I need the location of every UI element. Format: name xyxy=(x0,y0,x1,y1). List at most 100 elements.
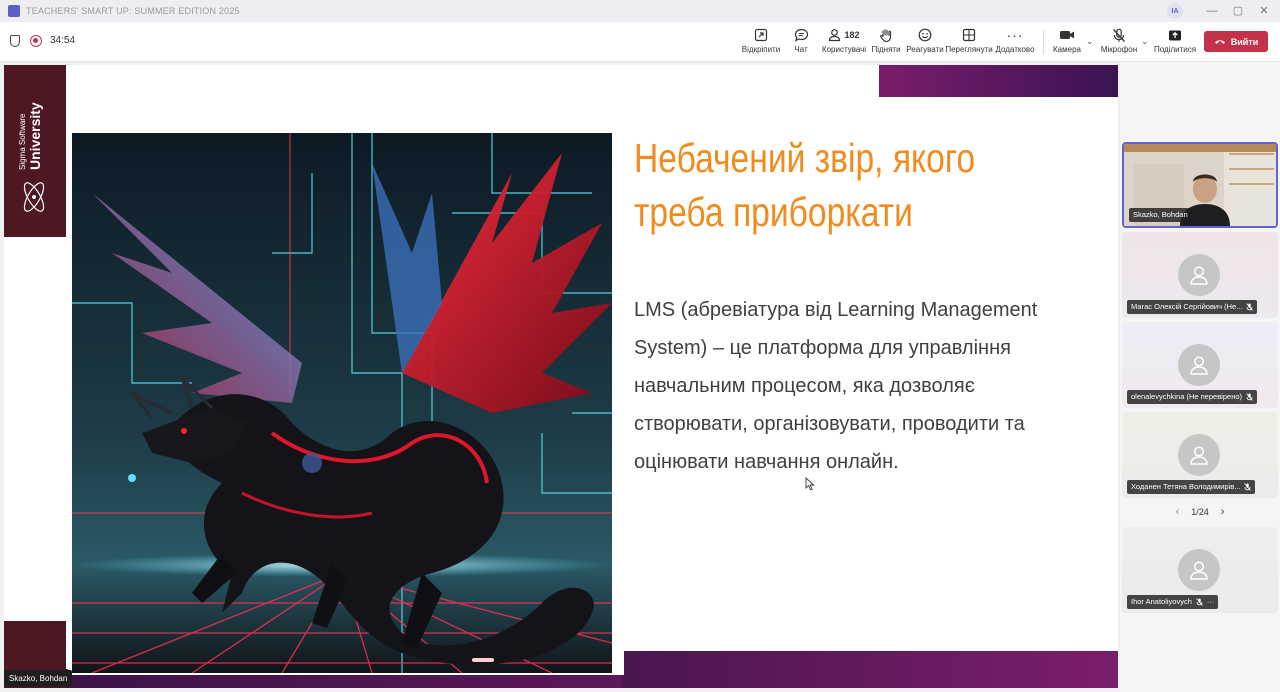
share-button[interactable]: Поділитися xyxy=(1153,26,1197,58)
mouse-pointer-icon xyxy=(805,477,815,491)
participant-name-tag: Ходанен Тетяна Володимирів... xyxy=(1127,480,1256,494)
react-icon xyxy=(918,26,932,44)
camera-options-chevron-icon[interactable]: ⌄ xyxy=(1086,36,1094,47)
slide-body-line: System) – це платформа для управління xyxy=(634,337,1011,359)
person-icon xyxy=(1190,356,1208,375)
participant-tile[interactable]: Магас Олексій Сергійович (Не... xyxy=(1122,232,1278,318)
participant-name-tag: Skazko, Bohdan xyxy=(1129,208,1192,222)
decorative-band-top xyxy=(879,65,1118,97)
mic-off-icon xyxy=(1112,26,1126,44)
next-page-chevron-icon[interactable]: › xyxy=(1221,506,1225,518)
minimize-button[interactable]: — xyxy=(1204,3,1220,19)
shield-icon[interactable] xyxy=(10,35,20,47)
window-title: TEACHERS' SMART UP: SUMMER EDITION 2025 xyxy=(26,6,240,16)
camera-label: Камера xyxy=(1053,45,1081,54)
avatar xyxy=(1178,344,1220,386)
brand-main-text: University xyxy=(27,102,43,170)
people-label: Користувачі xyxy=(821,45,867,54)
participants-panel: Skazko, Bohdan Магас Олексій Сергійович … xyxy=(1120,62,1280,692)
raise-hand-button[interactable]: Підняти xyxy=(871,26,901,58)
microphone-label: Мікрофон xyxy=(1100,45,1138,54)
more-button[interactable]: ··· Додатково xyxy=(995,26,1035,58)
avatar xyxy=(1178,549,1220,591)
person-icon xyxy=(1190,266,1208,285)
previous-page-chevron-icon[interactable]: ‹ xyxy=(1176,506,1180,518)
slide-heading-line-1: Небачений звір, якого xyxy=(634,135,976,181)
more-label: Додатково xyxy=(995,45,1035,54)
participant-video-tile[interactable]: Skazko, Bohdan xyxy=(1122,142,1278,228)
slide-body-line: оцінювати навчання онлайн. xyxy=(634,451,899,473)
view-icon xyxy=(962,26,976,44)
title-bar: TEACHERS' SMART UP: SUMMER EDITION 2025 … xyxy=(0,0,1280,22)
people-icon: 182 xyxy=(828,26,860,44)
slide-heading-line-2: треба приборкати xyxy=(634,189,913,235)
chat-label: Чат xyxy=(794,45,808,54)
participant-pager: ‹ 1/24 › xyxy=(1120,503,1280,521)
meeting-timer: 34:54 xyxy=(50,35,76,46)
unpin-button[interactable]: Відкріпити xyxy=(742,26,780,58)
participant-more-button[interactable]: ··· xyxy=(1207,595,1215,609)
mic-options-chevron-icon[interactable]: ⌄ xyxy=(1141,36,1149,47)
participant-name-tag: olenalevychkina (Не перевірено) xyxy=(1127,390,1257,404)
participant-name: Skazko, Bohdan xyxy=(1133,210,1188,219)
chat-icon xyxy=(794,26,809,44)
shared-content-stage: Sigma Software University Небачений звір… xyxy=(0,62,1120,692)
more-icon: ··· xyxy=(1006,27,1024,43)
camera-icon xyxy=(1059,26,1075,44)
maximize-button[interactable]: ▢ xyxy=(1230,3,1246,19)
presentation-slide: Sigma Software University Небачений звір… xyxy=(4,65,1118,688)
person-icon xyxy=(1190,561,1208,580)
microphone-button[interactable]: Мікрофон xyxy=(1101,26,1137,58)
raise-hand-icon xyxy=(879,26,893,44)
participant-name: olenalevychkina (Не перевірено) xyxy=(1131,392,1242,401)
participant-name-tag: Магас Олексій Сергійович (Не... xyxy=(1127,300,1258,314)
leave-label: Вийти xyxy=(1230,36,1259,47)
slide-heading: Небачений звір, якого треба приборкати xyxy=(634,131,1011,239)
view-button[interactable]: Переглянути xyxy=(945,26,993,58)
brand-logo: Sigma Software University xyxy=(8,95,63,175)
slide-body-line: навчальним процесом, яка дозволяє xyxy=(634,375,975,397)
participant-name: Ihor Anatoliyovych xyxy=(1131,597,1192,606)
participant-name: Ходанен Тетяна Володимирів... xyxy=(1131,482,1241,491)
chat-button[interactable]: Чат xyxy=(789,26,813,58)
unpin-icon xyxy=(754,26,768,44)
slide-body-line: створювати, організовувати, проводити та xyxy=(634,413,1025,435)
react-button[interactable]: Реагувати xyxy=(906,26,944,58)
slide-body-text: LMS (абревіатура від Learning Management… xyxy=(634,291,1094,481)
meeting-toolbar: 34:54 Відкріпити Чат 182 Користувачі Під… xyxy=(0,22,1280,62)
participant-tile[interactable]: Ihor Anatoliyovych ··· xyxy=(1122,527,1278,613)
teams-app-icon xyxy=(8,5,20,17)
atom-logo-icon xyxy=(23,182,45,212)
hang-up-icon xyxy=(1214,40,1225,44)
dragon-illustration xyxy=(72,133,612,673)
mic-muted-icon xyxy=(1246,393,1253,401)
mic-muted-icon xyxy=(1246,303,1254,311)
leave-button[interactable]: Вийти xyxy=(1204,31,1268,52)
page-indicator: 1/24 xyxy=(1191,507,1209,517)
slide-body-line: LMS (абревіатура від Learning Management xyxy=(634,299,1038,321)
share-icon xyxy=(1168,26,1182,44)
toolbar-divider xyxy=(1043,30,1044,54)
presenter-name-tag: Skazko, Bohdan xyxy=(4,670,73,687)
react-label: Реагувати xyxy=(906,45,944,54)
unpin-label: Відкріпити xyxy=(741,45,781,54)
participant-name: Магас Олексій Сергійович (Не... xyxy=(1131,302,1243,311)
participant-count: 182 xyxy=(844,30,860,40)
raise-hand-label: Підняти xyxy=(871,45,901,54)
recording-icon[interactable] xyxy=(30,35,42,47)
mic-muted-icon xyxy=(1244,483,1252,491)
participant-tile[interactable]: olenalevychkina (Не перевірено) xyxy=(1122,322,1278,408)
view-label: Переглянути xyxy=(945,45,993,54)
decorative-band-bottom xyxy=(622,651,1118,688)
participant-name-tag: Ihor Anatoliyovych ··· xyxy=(1127,595,1219,609)
close-window-button[interactable]: ✕ xyxy=(1256,3,1272,19)
mic-muted-icon xyxy=(1196,598,1203,606)
share-label: Поділитися xyxy=(1153,45,1197,54)
people-button[interactable]: 182 Користувачі xyxy=(821,26,867,58)
camera-button[interactable]: Камера xyxy=(1052,26,1082,58)
user-avatar[interactable]: IA xyxy=(1167,3,1183,19)
brand-top-text: Sigma Software xyxy=(18,113,27,170)
avatar xyxy=(1178,434,1220,476)
avatar xyxy=(1178,254,1220,296)
participant-tile[interactable]: Ходанен Тетяна Володимирів... xyxy=(1122,412,1278,498)
